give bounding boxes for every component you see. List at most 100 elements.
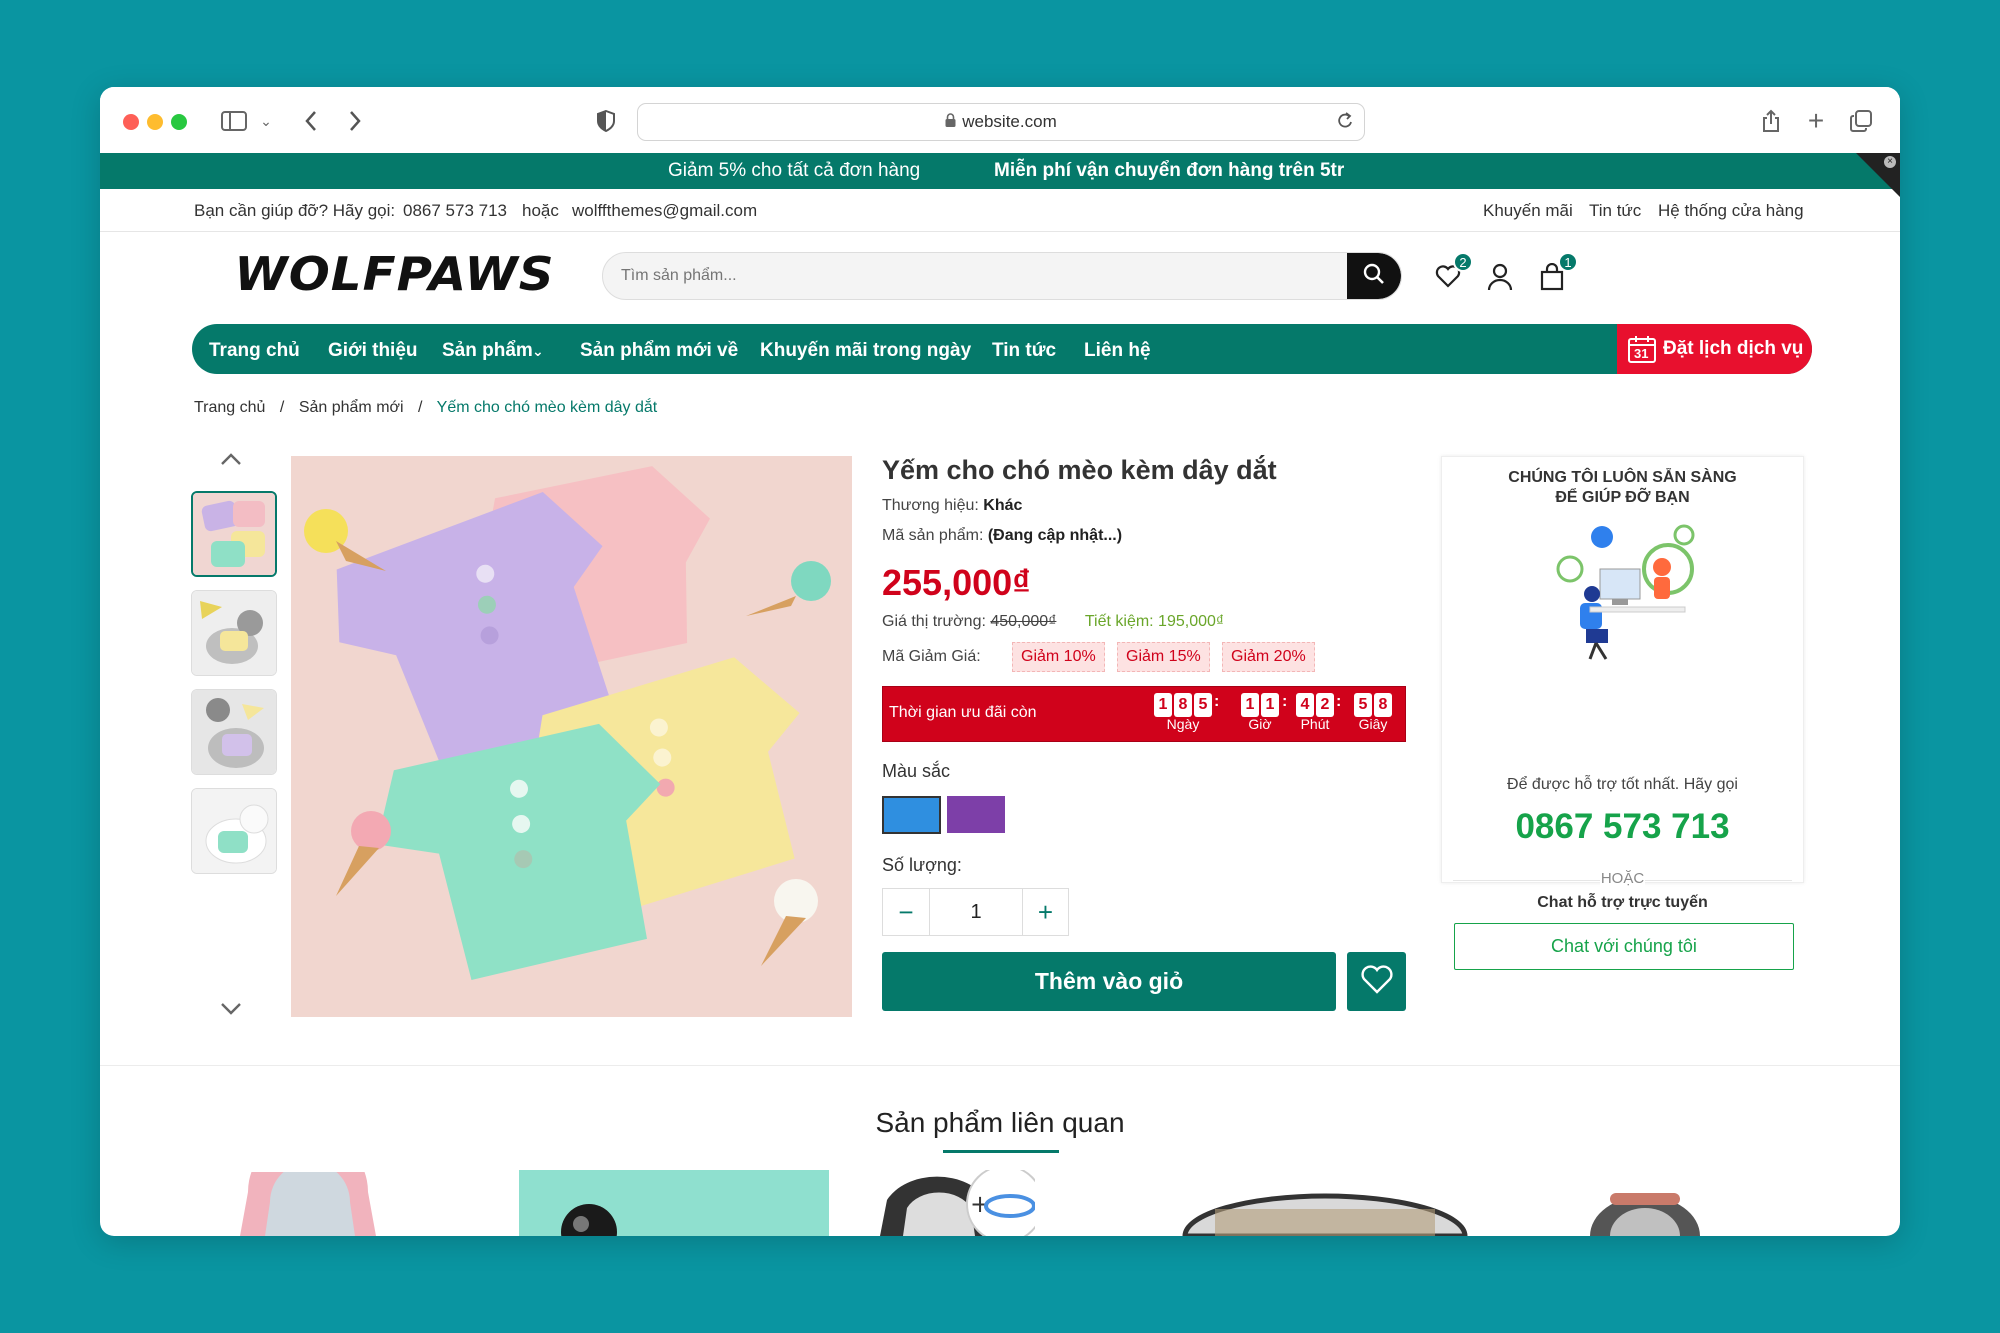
quantity-input[interactable]: 1 [930, 889, 1022, 935]
countdown-minutes-digit: 4 [1296, 693, 1314, 717]
nav-item-contact[interactable]: Liên hệ [1084, 340, 1151, 362]
help-phone[interactable]: 0867 573 713 [403, 201, 507, 221]
related-product-image [1590, 1193, 1700, 1236]
search-input[interactable] [603, 253, 1343, 299]
promo-discount-text: Giảm 5% cho tất cả đơn hàng [668, 160, 921, 181]
chat-with-us-label: Chat với chúng tôi [1551, 936, 1697, 956]
user-icon [1487, 263, 1513, 295]
calendar-day-text: 31 [1634, 346, 1649, 361]
nav-item-about[interactable]: Giới thiệu [328, 340, 418, 362]
nav-item-products[interactable]: Sản phẩm [442, 340, 533, 362]
product-thumbnail[interactable] [191, 491, 277, 577]
countdown-colon: : [1214, 693, 1220, 710]
product-main-image[interactable] [291, 456, 852, 1017]
breadcrumb: Trang chủ / Sản phẩm mới / Yếm cho chó m… [194, 399, 657, 417]
chevron-down-icon [220, 1003, 242, 1020]
wishlist-button[interactable]: 2 [1435, 252, 1473, 294]
support-subtitle: Để được hỗ trợ tốt nhất. Hãy gọi [1507, 776, 1738, 793]
countdown-days-digit: 5 [1194, 693, 1212, 717]
minimize-window-button[interactable] [147, 114, 163, 130]
heart-icon [1360, 964, 1394, 999]
countdown-hours-label: Giờ [1248, 716, 1272, 732]
breadcrumb-home[interactable]: Trang chủ [194, 399, 265, 416]
shield-icon[interactable] [590, 105, 622, 137]
top-contact-bar: Bạn cần giúp đỡ? Hãy gọi: 0867 573 713 h… [100, 189, 1900, 232]
back-icon[interactable] [295, 105, 327, 137]
help-text: Bạn cần giúp đỡ? Hãy gọi: [194, 201, 396, 220]
browser-window: ⌄ website.com + Giảm 5% cho tất cả đơn h… [100, 87, 1900, 1236]
maximize-window-button[interactable] [171, 114, 187, 130]
nav-item-home[interactable]: Trang chủ [209, 340, 300, 362]
thumbnail-image [192, 591, 276, 675]
related-product-card[interactable] [1580, 1187, 1710, 1236]
thumb-scroll-down-button[interactable] [220, 1002, 242, 1021]
saving-text: Tiết kiệm: 195,000₫ [1084, 613, 1225, 630]
toplink-stores[interactable]: Hệ thống cửa hàng [1658, 201, 1804, 221]
related-product-card[interactable] [1175, 1187, 1475, 1236]
coupon-15[interactable]: Giảm 15% [1117, 642, 1210, 672]
cart-button[interactable]: 1 [1540, 252, 1578, 295]
toplink-promotions[interactable]: Khuyến mãi [1483, 201, 1573, 221]
countdown-minutes-digit: 2 [1316, 693, 1334, 717]
close-window-button[interactable] [123, 114, 139, 130]
breadcrumb-new-products[interactable]: Sản phẩm mới [299, 399, 404, 416]
related-product-image [240, 1172, 376, 1236]
quantity-decrease-button[interactable]: − [883, 889, 930, 935]
add-to-wishlist-button[interactable] [1347, 952, 1406, 1011]
promo-close-icon[interactable]: × [1884, 156, 1896, 168]
site-logo[interactable]: WOLFPAWS [234, 247, 554, 301]
color-label: Màu sắc [882, 761, 951, 781]
thumbnail-image [192, 690, 276, 774]
nav-item-news[interactable]: Tin tức [992, 340, 1056, 362]
thumbnail-image [193, 493, 275, 575]
help-email[interactable]: wolffthemes@gmail.com [572, 201, 757, 221]
color-swatch-purple[interactable] [947, 796, 1005, 833]
account-button[interactable] [1487, 263, 1517, 293]
related-products-title: Sản phẩm liên quan [875, 1107, 1125, 1138]
product-thumbnail[interactable] [191, 689, 277, 775]
color-swatch-blue[interactable] [882, 796, 941, 834]
search-button[interactable] [1347, 253, 1401, 299]
nav-item-daily-deals[interactable]: Khuyến mãi trong ngày [760, 340, 971, 362]
support-phone[interactable]: 0867 573 713 [1441, 807, 1804, 847]
support-title: CHÚNG TÔI LUÔN SẴN SÀNG ĐỂ GIÚP ĐỠ BẠN [1441, 468, 1804, 508]
coupon-10[interactable]: Giảm 10% [1012, 642, 1105, 672]
quantity-increase-button[interactable]: + [1022, 889, 1068, 935]
sku-row: Mã sản phẩm: (Đang cập nhật...) [882, 527, 1122, 545]
quantity-label: Số lượng: [882, 855, 962, 875]
thumb-scroll-up-button[interactable] [220, 452, 242, 471]
related-product-card[interactable] [519, 1170, 829, 1236]
forward-icon[interactable] [339, 105, 371, 137]
product-title: Yếm cho chó mèo kèm dây dắt [882, 455, 1277, 485]
coupon-20[interactable]: Giảm 20% [1222, 642, 1315, 672]
product-thumbnail[interactable] [191, 788, 277, 874]
url-text: website.com [962, 112, 1057, 131]
market-price-label: Giá thị trường: [882, 613, 986, 630]
nav-item-new-products[interactable]: Sản phẩm mới về [580, 340, 738, 362]
book-service-button[interactable]: 31 Đặt lịch dịch vụ [1617, 324, 1812, 374]
related-product-image [561, 1204, 617, 1236]
reload-icon[interactable] [1336, 111, 1354, 136]
lock-icon [945, 112, 956, 132]
help-or-text: hoặc [522, 201, 559, 220]
related-product-card[interactable] [220, 1172, 400, 1236]
main-nav: Trang chủ Giới thiệu Sản phẩm ⌄ Sản phẩm… [192, 324, 1812, 374]
product-thumbnail[interactable] [191, 590, 277, 676]
new-tab-icon[interactable]: + [1800, 105, 1832, 137]
chevron-down-icon[interactable]: ⌄ [250, 105, 282, 137]
address-bar[interactable]: website.com [637, 103, 1365, 141]
related-product-card[interactable]: + [875, 1170, 1035, 1236]
support-title-line1: CHÚNG TÔI LUÔN SẴN SÀNG [1508, 469, 1737, 486]
add-to-cart-button[interactable]: Thêm vào giỏ [882, 952, 1336, 1011]
breadcrumb-separator: / [418, 399, 423, 416]
shopping-bag-icon [1540, 262, 1564, 295]
chat-with-us-button[interactable]: Chat với chúng tôi [1454, 923, 1794, 970]
search-icon [1363, 263, 1385, 290]
sidebar-icon[interactable] [218, 105, 250, 137]
share-icon[interactable] [1755, 105, 1787, 137]
brand-value: Khác [983, 497, 1023, 514]
book-service-label: Đặt lịch dịch vụ [1663, 338, 1804, 359]
tabs-overview-icon[interactable] [1845, 105, 1877, 137]
toplink-news[interactable]: Tin tức [1589, 201, 1641, 221]
breadcrumb-current: Yếm cho chó mèo kèm dây dắt [436, 399, 658, 416]
